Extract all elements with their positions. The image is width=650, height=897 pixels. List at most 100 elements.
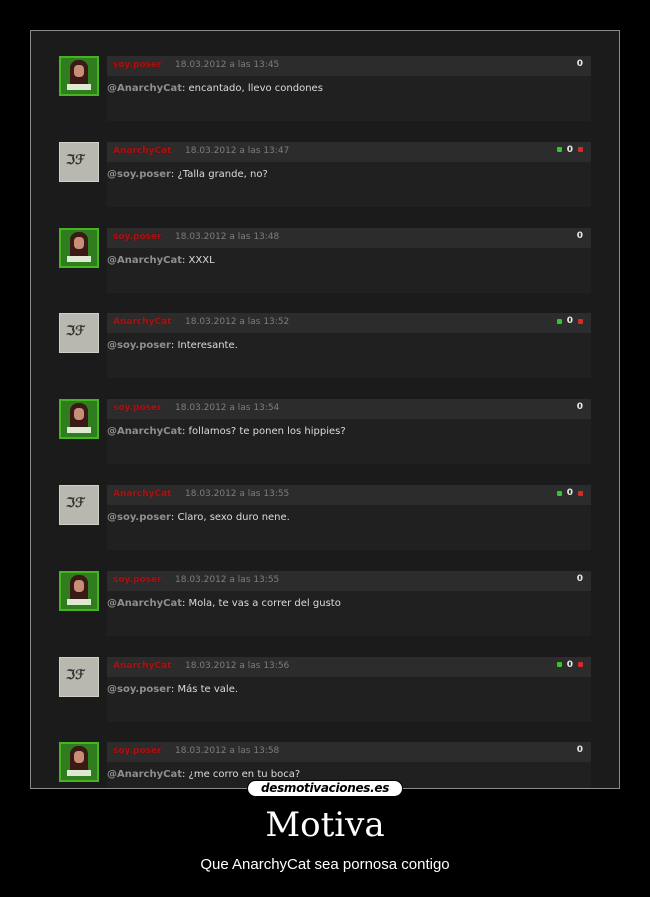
comment-body: @AnarchyCat: encantado, llevo condones: [107, 76, 591, 121]
comment-message: : Interesante.: [170, 340, 238, 352]
comment-username[interactable]: soy.poser: [113, 403, 162, 413]
vote-up-icon[interactable]: [556, 318, 562, 324]
comment-message: : Claro, sexo duro nene.: [170, 512, 290, 523]
comment-text: @AnarchyCat: follamos? te ponen los hipp…: [107, 426, 346, 437]
comment-date: 18.03.2012 a las 13:58: [175, 746, 280, 757]
comment-score: 0: [577, 231, 583, 241]
comment-message: : XXXL: [181, 254, 215, 266]
comment-text: @soy.poser: Claro, sexo duro nene.: [107, 512, 290, 523]
comment-username[interactable]: AnarchyCat: [113, 661, 171, 671]
comment-header: soy.poser 18.03.2012 a las 13:54 0: [107, 399, 591, 420]
comment-mention[interactable]: @soy.poser: [107, 169, 171, 180]
comment-body: @AnarchyCat: Mola, te vas a correr del g…: [107, 590, 591, 636]
user-avatar[interactable]: [59, 399, 99, 440]
comment-score: 0: [556, 488, 583, 498]
comment-text: @AnarchyCat: ¿me corro en tu boca?: [107, 769, 300, 780]
vote-up-icon[interactable]: [556, 147, 562, 153]
comment-date: 18.03.2012 a las 13:55: [175, 574, 280, 585]
comment-mention[interactable]: @soy.poser: [107, 512, 171, 523]
comment-text: @soy.poser: Más te vale.: [107, 684, 238, 695]
comment-header: soy.poser 18.03.2012 a las 13:48 0: [107, 227, 591, 248]
comment-body: @soy.poser: Interesante.: [107, 333, 591, 379]
comment-header: soy.poser 18.03.2012 a las 13:45 0: [107, 56, 591, 76]
score-value: 0: [576, 745, 583, 756]
comment-body: @AnarchyCat: XXXL: [107, 247, 591, 293]
comment-body: @soy.poser: ¿Talla grande, no?: [107, 161, 591, 207]
comment-username[interactable]: AnarchyCat: [113, 317, 171, 327]
comment-score: 0: [577, 745, 583, 755]
user-avatar[interactable]: ℑℱ: [59, 313, 99, 354]
comment-body: @AnarchyCat: follamos? te ponen los hipp…: [107, 419, 591, 465]
comment-score: 0: [556, 144, 583, 155]
user-avatar[interactable]: ℑℱ: [59, 141, 99, 182]
comment-mention[interactable]: @soy.poser: [107, 340, 171, 351]
comment-date: 18.03.2012 a las 13:55: [185, 489, 290, 499]
comment-body: @soy.poser: Claro, sexo duro nene.: [107, 505, 591, 550]
comment-date: 18.03.2012 a las 13:47: [185, 145, 290, 156]
comment-date: 18.03.2012 a las 13:56: [185, 660, 290, 671]
comment-mention[interactable]: @AnarchyCat: [107, 598, 182, 609]
comment-username[interactable]: soy.poser: [113, 60, 162, 70]
vote-down-icon[interactable]: [578, 147, 583, 153]
comment-username[interactable]: AnarchyCat: [113, 146, 171, 156]
vote-down-icon[interactable]: [578, 318, 583, 324]
comment-date: 18.03.2012 a las 13:54: [175, 403, 280, 414]
vote-down-icon[interactable]: [578, 490, 583, 496]
poster-title: Motiva: [265, 805, 385, 845]
score-value: 0: [576, 402, 583, 413]
comment-message: : Mola, te vas a correr del gusto: [181, 597, 341, 609]
comment-username[interactable]: soy.poser: [113, 575, 162, 585]
comment-item: ℑℱ AnarchyCat 18.03.2012 a las 13:47 0 @soy.…: [57, 129, 591, 207]
comment-date: 18.03.2012 a las 13:48: [175, 231, 280, 242]
vote-up-icon[interactable]: [556, 662, 562, 668]
site-logo-text: desmotivaciones.es: [260, 781, 390, 795]
comment-date: 18.03.2012 a las 13:45: [175, 60, 280, 70]
score-value: 0: [576, 59, 583, 69]
user-avatar[interactable]: [59, 227, 99, 268]
comment-message: : Más te vale.: [170, 683, 239, 695]
user-avatar[interactable]: ℑℱ: [59, 485, 99, 525]
comment-username[interactable]: AnarchyCat: [113, 489, 171, 499]
score-value: 0: [566, 659, 573, 670]
user-avatar[interactable]: [59, 570, 99, 611]
comment-message: : follamos? te ponen los hippies?: [181, 426, 346, 438]
comment-item: soy.poser 18.03.2012 a las 13:55 0 @Anarchy…: [57, 558, 591, 636]
comment-score: 0: [556, 659, 583, 670]
site-logo[interactable]: desmotivaciones.es: [247, 780, 403, 797]
comment-username[interactable]: soy.poser: [113, 232, 162, 242]
comment-item: ℑℱ AnarchyCat 18.03.2012 a las 13:56 0 @soy.…: [57, 644, 591, 722]
comment-username[interactable]: soy.poser: [113, 746, 162, 756]
score-value: 0: [566, 316, 573, 327]
comment-message: : encantado, llevo condones: [181, 83, 323, 94]
user-avatar[interactable]: ℑℱ: [59, 656, 99, 697]
comment-score: 0: [577, 574, 583, 584]
comment-text: @AnarchyCat: XXXL: [107, 255, 215, 266]
comment-text: @AnarchyCat: Mola, te vas a correr del g…: [107, 598, 341, 609]
comment-item: ℑℱ AnarchyCat 18.03.2012 a las 13:55 0 @soy.…: [57, 472, 591, 550]
comment-mention[interactable]: @AnarchyCat: [107, 83, 182, 94]
poster-caption: Que AnarchyCat sea pornosa contigo: [200, 856, 450, 873]
comment-header: AnarchyCat 18.03.2012 a las 13:56 0: [107, 656, 591, 677]
comment-message: : ¿me corro en tu boca?: [181, 769, 301, 781]
comment-date: 18.03.2012 a las 13:52: [185, 317, 290, 328]
comment-body: @soy.poser: Más te vale.: [107, 676, 591, 722]
comment-header: AnarchyCat 18.03.2012 a las 13:47 0: [107, 141, 591, 162]
score-value: 0: [566, 144, 573, 155]
vote-down-icon[interactable]: [578, 662, 583, 668]
comment-mention[interactable]: @soy.poser: [107, 684, 171, 695]
user-avatar[interactable]: [59, 742, 99, 783]
comment-text: @soy.poser: Interesante.: [107, 340, 238, 351]
vote-up-icon[interactable]: [556, 490, 562, 496]
comment-mention[interactable]: @AnarchyCat: [107, 255, 182, 266]
comment-mention[interactable]: @AnarchyCat: [107, 769, 182, 780]
comment-item: ℑℱ AnarchyCat 18.03.2012 a las 13:52 0 @soy.…: [57, 300, 591, 379]
comment-header: AnarchyCat 18.03.2012 a las 13:55 0: [107, 485, 591, 505]
comment-header: AnarchyCat 18.03.2012 a las 13:52 0: [107, 313, 591, 334]
user-avatar[interactable]: [59, 56, 99, 96]
comment-message: : ¿Talla grande, no?: [170, 168, 268, 180]
score-value: 0: [566, 488, 573, 498]
comment-text: @AnarchyCat: encantado, llevo condones: [107, 83, 323, 94]
comment-header: soy.poser 18.03.2012 a las 13:55 0: [107, 570, 591, 591]
comment-mention[interactable]: @AnarchyCat: [107, 426, 182, 437]
comment-header: soy.poser 18.03.2012 a las 13:58 0: [107, 742, 591, 763]
